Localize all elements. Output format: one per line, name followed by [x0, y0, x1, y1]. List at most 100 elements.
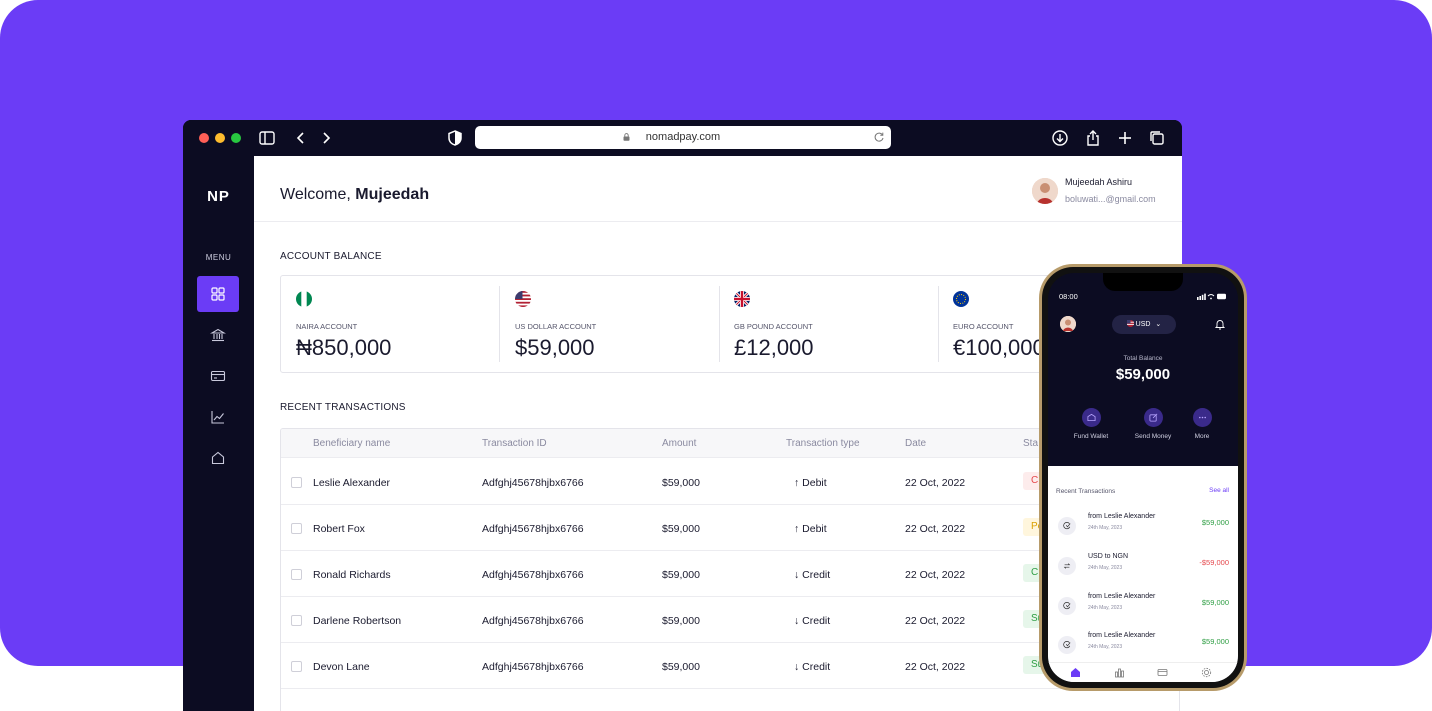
sidebar-item-dashboard[interactable]: [197, 276, 239, 312]
beneficiary-name: Devon Lane: [313, 661, 370, 673]
row-checkbox[interactable]: [291, 523, 302, 534]
recent-transactions-label: Recent Transactions: [1056, 488, 1116, 495]
grid-icon: [211, 287, 225, 301]
action-label: More: [1194, 433, 1210, 440]
close-window-button[interactable]: [199, 133, 209, 143]
beneficiary-name: Darlene Robertson: [313, 615, 402, 627]
eu-flag-icon: [953, 291, 969, 307]
new-tab-icon[interactable]: [1116, 129, 1134, 147]
chevron-down-icon: ⌄: [1155, 321, 1162, 328]
transaction-amount: $59,000: [662, 477, 700, 489]
tabs-overview-icon[interactable]: [1148, 129, 1166, 147]
gear-icon[interactable]: [1201, 667, 1212, 678]
download-icon[interactable]: [1051, 129, 1069, 147]
column-beneficiary[interactable]: Beneficiary name: [313, 438, 390, 449]
row-checkbox[interactable]: [291, 661, 302, 672]
item-date: 24th May, 2023: [1088, 605, 1123, 611]
receive-icon: [1058, 636, 1076, 654]
account-amount: ₦850,000: [296, 335, 392, 360]
browser-titlebar: nomadpay.com: [183, 120, 1182, 156]
welcome-user-name: Mujeedah: [355, 186, 430, 203]
chart-icon[interactable]: [1114, 667, 1125, 678]
sidebar-item-home[interactable]: [197, 440, 239, 476]
card-icon[interactable]: [1157, 667, 1168, 678]
account-amount: £12,000: [734, 335, 814, 360]
transaction-type: ↓ Credit: [794, 615, 831, 627]
phone-transactions-panel: Recent Transactions See all from Leslie …: [1048, 466, 1238, 682]
shield-icon[interactable]: [446, 129, 464, 147]
lock-icon: [623, 133, 630, 141]
minimize-window-button[interactable]: [215, 133, 225, 143]
transaction-id: Adfghj45678hjbx6766: [482, 569, 584, 581]
column-transaction-type[interactable]: Transaction type: [786, 438, 860, 449]
beneficiary-name: Ronald Richards: [313, 569, 391, 581]
see-all-link[interactable]: See all: [1209, 487, 1229, 494]
menu-label: MENU: [205, 253, 232, 262]
sidebar-toggle-icon[interactable]: [258, 129, 276, 147]
receive-icon: [1058, 517, 1076, 535]
transaction-amount: $59,000: [662, 569, 700, 581]
home-icon[interactable]: [1070, 667, 1081, 678]
address-bar[interactable]: nomadpay.com: [475, 126, 891, 149]
sidebar-item-bank[interactable]: [197, 317, 239, 353]
phone-avatar[interactable]: [1060, 316, 1076, 332]
currency-code: USD: [1135, 321, 1151, 328]
account-label: US DOLLAR ACCOUNT: [515, 322, 597, 331]
list-item[interactable]: from Leslie Alexander 24th May, 2023 $59…: [1048, 513, 1238, 551]
page-header: Welcome, Mujeedah Mujeedah Ashiru boluwa…: [254, 156, 1182, 222]
transaction-date: 22 Oct, 2022: [905, 569, 966, 581]
back-icon[interactable]: [292, 129, 310, 147]
browser-window: nomadpay.com NP MENU Welcome, Mujeedah M…: [183, 120, 1182, 711]
action-label: Fund Wallet: [1073, 433, 1109, 440]
currency-selector[interactable]: USD ⌄: [1112, 315, 1176, 334]
item-amount: $59,000: [1201, 518, 1229, 527]
item-date: 24th May, 2023: [1088, 565, 1123, 571]
reload-icon[interactable]: [873, 131, 885, 143]
beneficiary-name: Leslie Alexander: [313, 477, 391, 489]
phone-bezel: 08:00 USD ⌄ Total Balance $59,000 Fund W…: [1042, 267, 1244, 688]
gbp-account[interactable]: GB POUND ACCOUNT £12,000: [719, 276, 938, 372]
fund-wallet-button[interactable]: Fund Wallet: [1061, 408, 1121, 440]
us-flag-icon: [1126, 320, 1134, 327]
ng-flag-icon: [296, 291, 312, 307]
item-date: 24th May, 2023: [1088, 644, 1123, 650]
transaction-id: Adfghj45678hjbx6766: [482, 661, 584, 673]
total-balance-amount: $59,000: [1115, 366, 1171, 383]
maximize-window-button[interactable]: [231, 133, 241, 143]
more-button[interactable]: More: [1172, 408, 1232, 440]
chart-icon: [211, 411, 224, 424]
sidebar-item-cards[interactable]: [197, 358, 239, 394]
item-amount: -$59,000: [1199, 558, 1229, 567]
naira-account[interactable]: NAIRA ACCOUNT ₦850,000: [281, 276, 500, 372]
column-status[interactable]: Sta: [1023, 438, 1038, 449]
avatar[interactable]: [1032, 178, 1058, 204]
home-icon: [211, 451, 225, 465]
column-amount[interactable]: Amount: [662, 438, 696, 449]
exchange-icon: [1058, 557, 1076, 575]
column-date[interactable]: Date: [905, 438, 926, 449]
transaction-type: ↑ Debit: [794, 523, 827, 535]
phone-time: 08:00: [1059, 292, 1078, 301]
signal-battery-icon: [1197, 293, 1226, 300]
column-transaction-id[interactable]: Transaction ID: [482, 438, 547, 449]
share-icon[interactable]: [1084, 129, 1102, 147]
bank-icon: [210, 328, 226, 342]
transaction-id: Adfghj45678hjbx6766: [482, 615, 584, 627]
transaction-type: ↓ Credit: [794, 661, 831, 673]
forward-icon[interactable]: [317, 129, 335, 147]
account-amount: €100,000: [953, 335, 1045, 360]
list-item[interactable]: from Leslie Alexander 24th May, 2023 $59…: [1048, 593, 1238, 631]
transaction-date: 22 Oct, 2022: [905, 477, 966, 489]
more-dots-icon: [1198, 416, 1206, 419]
account-label: EURO ACCOUNT: [953, 322, 1014, 331]
list-item[interactable]: USD to NGN 24th May, 2023 -$59,000: [1048, 553, 1238, 591]
item-amount: $59,000: [1201, 598, 1229, 607]
row-checkbox[interactable]: [291, 477, 302, 488]
card-icon: [210, 370, 226, 382]
transaction-id: Adfghj45678hjbx6766: [482, 477, 584, 489]
row-checkbox[interactable]: [291, 569, 302, 580]
usd-account[interactable]: US DOLLAR ACCOUNT $59,000: [500, 276, 719, 372]
bell-icon[interactable]: [1214, 318, 1226, 330]
row-checkbox[interactable]: [291, 615, 302, 626]
sidebar-item-analytics[interactable]: [197, 399, 239, 435]
